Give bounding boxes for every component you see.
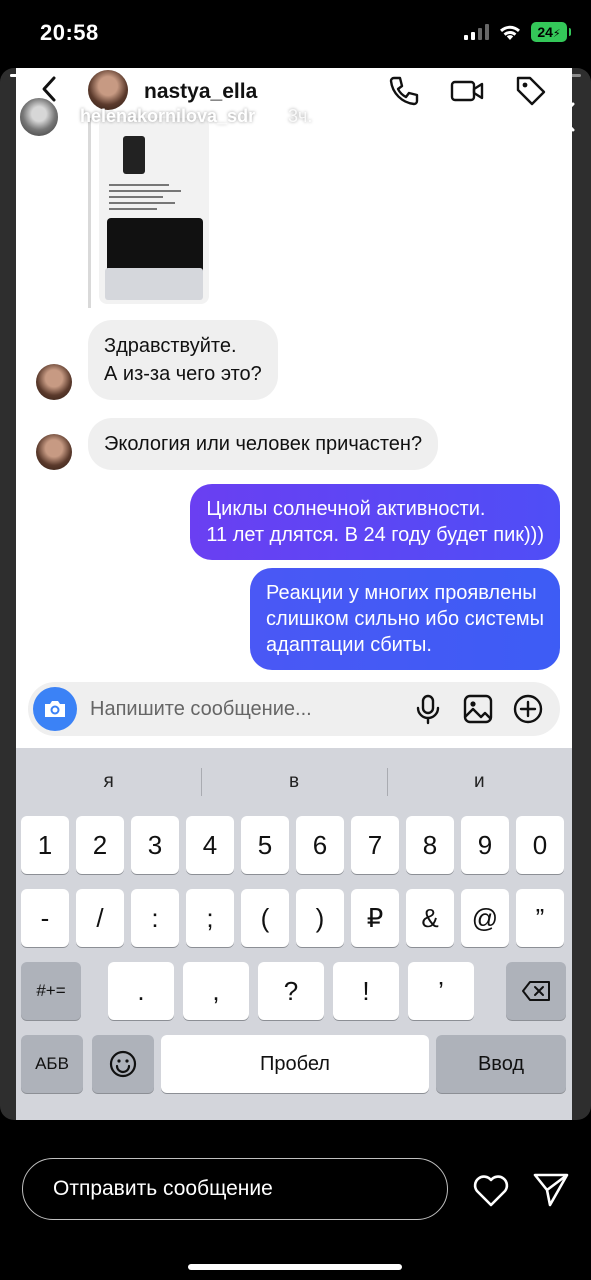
composer-actions <box>412 693 544 725</box>
status-icons: 24⚡ <box>464 22 571 42</box>
cellular-signal-icon <box>464 24 489 40</box>
gallery-icon[interactable] <box>462 693 494 725</box>
key[interactable]: 8 <box>406 816 454 874</box>
story-author: helenakornilova_sdr 3ч. <box>0 96 400 140</box>
key[interactable]: 7 <box>351 816 399 874</box>
key[interactable]: ” <box>516 889 564 947</box>
emoji-icon <box>109 1050 137 1078</box>
keyboard-suggestions: я в и <box>16 758 572 806</box>
message-row-incoming: Здравствуйте. А из-за чего это? <box>36 320 278 400</box>
story-reply-bar <box>0 1140 591 1280</box>
key[interactable]: 4 <box>186 816 234 874</box>
message-row-incoming: Экология или человек причастен? <box>36 418 439 470</box>
message-line: Реакции у многих проявлены <box>266 582 537 604</box>
key[interactable]: 2 <box>76 816 124 874</box>
key[interactable]: : <box>131 889 179 947</box>
key[interactable]: - <box>21 889 69 947</box>
key[interactable]: @ <box>461 889 509 947</box>
story-timestamp: 3ч. <box>288 106 313 126</box>
story-view[interactable]: nastya_ella Здравствуйте. А из-за чего э… <box>0 68 591 1120</box>
more-options-icon[interactable] <box>487 102 517 132</box>
key[interactable]: 1 <box>21 816 69 874</box>
message-line: Здравствуйте. <box>104 335 237 357</box>
suggestion[interactable]: и <box>386 758 572 806</box>
wifi-icon <box>500 25 520 40</box>
space-key[interactable]: Пробел <box>161 1035 429 1093</box>
battery-indicator: 24⚡ <box>531 22 571 42</box>
key[interactable]: ₽ <box>351 889 399 947</box>
chat-actions <box>386 74 548 108</box>
message-line: А из-за чего это? <box>104 363 262 385</box>
key[interactable]: 0 <box>516 816 564 874</box>
alphabet-toggle-key[interactable]: АБВ <box>21 1035 83 1093</box>
story-author-username[interactable]: helenakornilova_sdr <box>80 106 255 127</box>
video-call-icon[interactable] <box>450 74 484 108</box>
send-icon[interactable] <box>532 1170 570 1208</box>
camera-icon <box>45 701 65 717</box>
message-line: Циклы солнечной активности. <box>206 498 486 520</box>
key[interactable]: 5 <box>241 816 289 874</box>
return-key[interactable]: Ввод <box>436 1035 566 1093</box>
message-bubble-outgoing[interactable]: Циклы солнечной активности. 11 лет длятс… <box>190 484 560 560</box>
key[interactable]: ! <box>333 962 399 1020</box>
message-line: слишком сильно ибо системы <box>266 608 544 630</box>
sender-avatar[interactable] <box>36 434 72 470</box>
message-bubble-outgoing[interactable]: Реакции у многих проявлены слишком сильн… <box>250 568 560 670</box>
key[interactable]: & <box>406 889 454 947</box>
key[interactable]: . <box>108 962 174 1020</box>
key[interactable]: ; <box>186 889 234 947</box>
key[interactable]: / <box>76 889 124 947</box>
key[interactable]: 6 <box>296 816 344 874</box>
story-author-avatar[interactable] <box>18 96 60 138</box>
message-bubble[interactable]: Экология или человек причастен? <box>88 418 439 470</box>
message-line: 11 лет длятся. В 24 году будет пик))) <box>206 524 544 546</box>
suggestion[interactable]: я <box>16 758 201 806</box>
keyboard: я в и 1 2 3 4 5 6 7 8 9 0 - / : ; ( ) ₽ … <box>16 748 572 1120</box>
key[interactable]: ’ <box>408 962 474 1020</box>
key[interactable]: ? <box>258 962 324 1020</box>
message-line: адаптации сбиты. <box>266 634 432 656</box>
sender-avatar[interactable] <box>36 364 72 400</box>
message-input[interactable] <box>90 697 360 721</box>
key[interactable]: , <box>183 962 249 1020</box>
key[interactable]: 9 <box>461 816 509 874</box>
camera-button[interactable] <box>33 687 77 731</box>
symbols-toggle-key[interactable]: #+= <box>21 962 81 1020</box>
close-icon[interactable] <box>543 100 577 134</box>
heart-icon[interactable] <box>472 1172 510 1208</box>
message-line: Экология или человек причастен? <box>104 433 423 455</box>
clock: 20:58 <box>40 20 99 45</box>
status-bar: 20:58 24⚡ <box>0 0 591 70</box>
key[interactable]: ) <box>296 889 344 947</box>
key[interactable]: ( <box>241 889 289 947</box>
message-composer <box>28 682 560 736</box>
add-circle-icon[interactable] <box>512 693 544 725</box>
thumbnail-image <box>99 118 209 304</box>
story-reply-input[interactable] <box>22 1158 448 1220</box>
microphone-icon[interactable] <box>412 693 444 725</box>
backspace-icon <box>522 981 550 1001</box>
suggestion[interactable]: в <box>201 758 386 806</box>
home-indicator <box>188 1264 402 1270</box>
message-bubble[interactable]: Здравствуйте. А из-за чего это? <box>88 320 278 400</box>
emoji-key[interactable] <box>92 1035 154 1093</box>
key[interactable]: 3 <box>131 816 179 874</box>
chat-screenshot: nastya_ella Здравствуйте. А из-за чего э… <box>16 68 572 1120</box>
shared-screenshot-thumbnail[interactable] <box>88 118 226 308</box>
battery-level: 24 <box>537 24 553 40</box>
backspace-key[interactable] <box>506 962 566 1020</box>
